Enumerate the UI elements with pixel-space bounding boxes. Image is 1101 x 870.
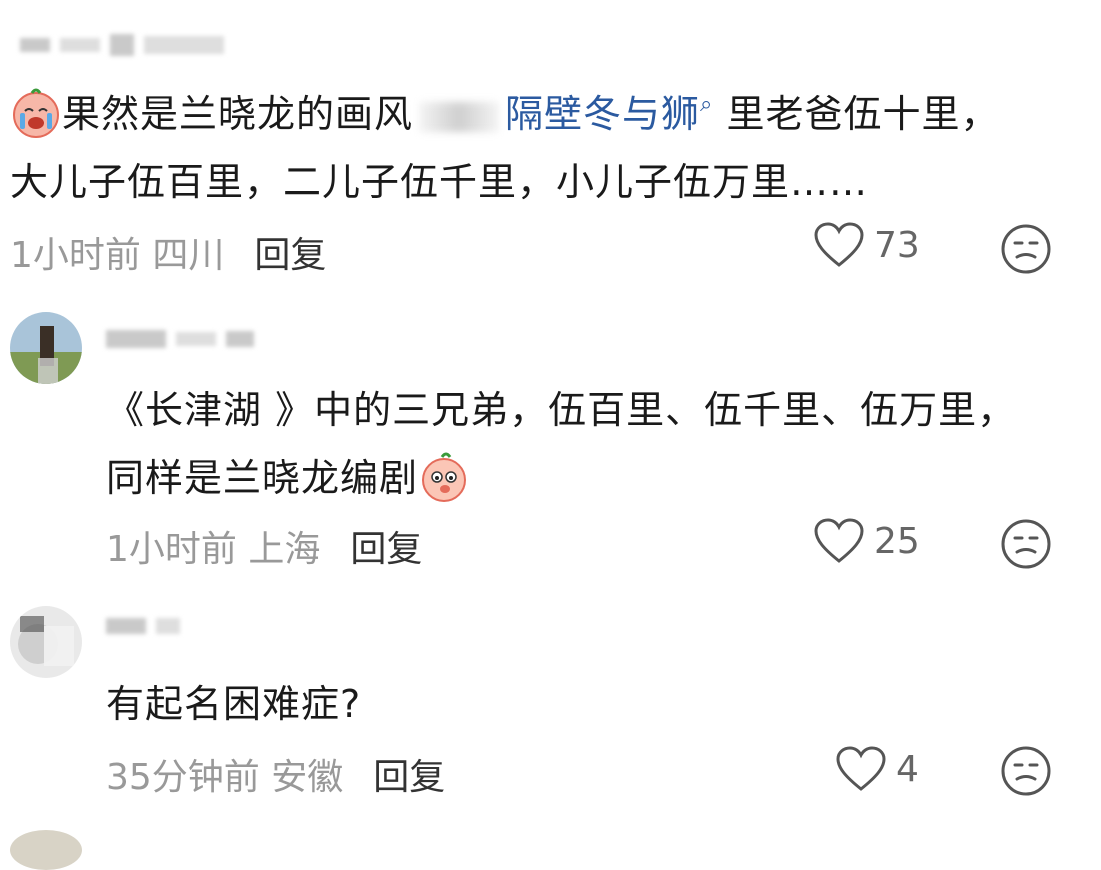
topic-link[interactable]: 隔壁冬与狮⌕ — [505, 92, 713, 136]
reply-button[interactable]: 回复 — [373, 757, 445, 798]
like-button[interactable]: 4 — [836, 746, 919, 792]
dislike-button[interactable] — [1000, 745, 1052, 801]
like-button[interactable]: 73 — [814, 222, 920, 268]
comment-text-part: 同样是兰晓龙编剧 — [106, 456, 419, 500]
comment-text: 果然是兰晓龙的画风 隔壁冬与狮⌕ 里老爸伍十里， — [10, 80, 999, 155]
dislike-button[interactable] — [1000, 518, 1052, 574]
neutral-face-icon — [1001, 224, 1051, 274]
crying-emoji-icon — [10, 87, 62, 139]
like-count: 73 — [874, 224, 920, 266]
comment-meta: 1小时前 四川 回复 — [10, 226, 326, 278]
search-icon: ⌕ — [700, 92, 714, 117]
like-button[interactable]: 25 — [814, 518, 920, 564]
username-blurred[interactable] — [106, 330, 254, 348]
time-location: 35分钟前 安徽 — [106, 757, 344, 798]
like-count: 25 — [874, 520, 920, 562]
comment-meta: 1小时前 上海 回复 — [106, 520, 422, 572]
time-location: 1小时前 上海 — [106, 529, 321, 570]
avatar[interactable] — [10, 606, 82, 678]
reply-button[interactable]: 回复 — [254, 235, 326, 276]
heart-icon — [814, 222, 864, 267]
username-blurred[interactable] — [20, 34, 224, 56]
comment-text-line2: 同样是兰晓龙编剧 — [106, 444, 470, 512]
neutral-face-icon — [1001, 746, 1051, 796]
neutral-face-icon — [1001, 519, 1051, 569]
dislike-button[interactable] — [1000, 223, 1052, 279]
avatar[interactable] — [10, 312, 82, 384]
obscured-text — [419, 101, 500, 132]
avatar[interactable] — [10, 830, 82, 870]
heart-icon — [814, 518, 864, 563]
time-location: 1小时前 四川 — [10, 235, 225, 276]
heart-icon — [836, 746, 886, 791]
username-blurred[interactable] — [106, 618, 180, 634]
reply-button[interactable]: 回复 — [350, 529, 422, 570]
comment-meta: 35分钟前 安徽 回复 — [106, 748, 445, 800]
comment-text-line2: 大儿子伍百里，二儿子伍千里，小儿子伍万里…… — [10, 160, 869, 204]
like-count: 4 — [896, 748, 919, 790]
peach-emoji-icon — [418, 451, 470, 503]
comment-text: 《长津湖 》中的三兄弟，伍百里、伍千里、伍万里， — [106, 388, 1017, 432]
comment-text: 有起名困难症? — [106, 682, 362, 726]
comment-text-part1: 果然是兰晓龙的画风 — [62, 92, 414, 136]
comment-text-part2: 里老爸伍十里， — [713, 92, 1000, 136]
